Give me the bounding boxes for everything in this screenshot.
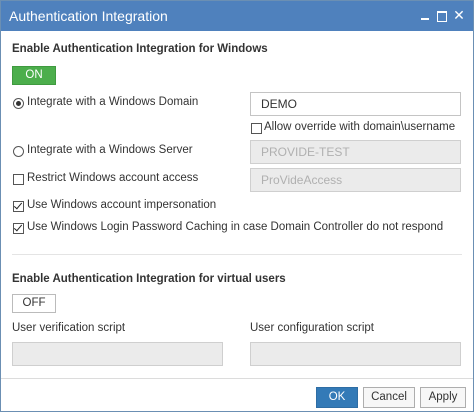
maximize-icon[interactable]	[435, 7, 449, 23]
title-bar[interactable]: Authentication Integration ✕	[1, 1, 473, 31]
ok-button[interactable]: OK	[316, 387, 358, 408]
authentication-integration-dialog: Authentication Integration ✕ Enable Auth…	[0, 0, 474, 412]
user-configuration-label: User configuration script	[250, 322, 374, 334]
allow-override-label: Allow override with domain\username	[264, 121, 456, 133]
apply-button[interactable]: Apply	[420, 387, 466, 408]
impersonation-checkbox[interactable]	[13, 201, 24, 212]
cancel-button[interactable]: Cancel	[363, 387, 415, 408]
minimize-icon[interactable]	[418, 7, 432, 23]
server-input: PROVIDE-TEST	[250, 140, 461, 164]
user-verification-input	[12, 342, 223, 366]
virtual-integration-toggle[interactable]: OFF	[12, 294, 56, 313]
windows-integration-toggle[interactable]: ON	[12, 66, 56, 85]
integrate-domain-radio[interactable]	[13, 98, 24, 109]
restrict-group-input: ProVideAccess	[250, 168, 461, 192]
section-divider	[12, 254, 462, 255]
integrate-server-label: Integrate with a Windows Server	[27, 144, 193, 156]
domain-input[interactable]: DEMO	[250, 92, 461, 116]
footer-divider	[1, 378, 473, 379]
allow-override-checkbox[interactable]	[251, 123, 262, 134]
virtual-section-heading: Enable Authentication Integration for vi…	[12, 273, 286, 285]
windows-section-heading: Enable Authentication Integration for Wi…	[12, 43, 268, 55]
restrict-access-label: Restrict Windows account access	[27, 172, 199, 184]
restrict-access-checkbox[interactable]	[13, 174, 24, 185]
integrate-domain-label: Integrate with a Windows Domain	[27, 96, 199, 108]
user-configuration-input	[250, 342, 461, 366]
password-caching-checkbox[interactable]	[13, 223, 24, 234]
user-verification-label: User verification script	[12, 322, 126, 334]
impersonation-label: Use Windows account impersonation	[27, 199, 217, 211]
close-icon[interactable]: ✕	[452, 7, 466, 23]
window-title: Authentication Integration	[9, 8, 168, 24]
integrate-server-radio[interactable]	[13, 146, 24, 157]
password-caching-label: Use Windows Login Password Caching in ca…	[27, 221, 444, 233]
